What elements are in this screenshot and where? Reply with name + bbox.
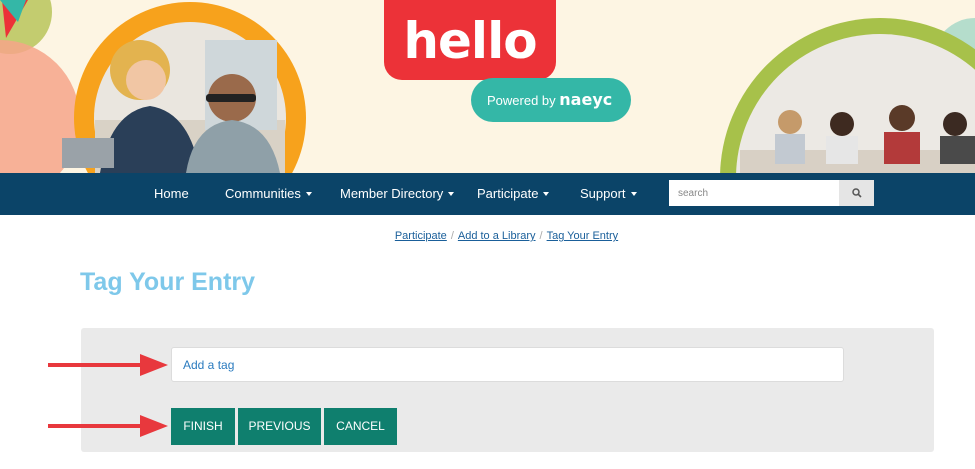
breadcrumb-separator: / bbox=[450, 230, 454, 242]
search-button[interactable] bbox=[839, 180, 874, 206]
nav-item-label: Participate bbox=[477, 186, 539, 201]
previous-button[interactable]: PREVIOUS bbox=[238, 408, 321, 445]
search-input[interactable] bbox=[669, 180, 839, 206]
person-face bbox=[943, 112, 967, 136]
page-title: Tag Your Entry bbox=[80, 268, 256, 296]
caret-down-icon bbox=[543, 192, 550, 196]
annotation-arrow-icon bbox=[48, 354, 168, 376]
person-glasses bbox=[206, 94, 256, 102]
powered-by-text: Powered by bbox=[487, 93, 556, 108]
person-face bbox=[778, 110, 802, 134]
breadcrumb-separator: / bbox=[539, 230, 543, 242]
nav-item-label: Home bbox=[154, 186, 189, 201]
tag-input[interactable] bbox=[171, 347, 844, 382]
photo-laptop bbox=[62, 138, 114, 168]
breadcrumb-participate[interactable]: Participate bbox=[395, 230, 447, 242]
search-icon bbox=[851, 188, 862, 198]
nav-item-communities[interactable]: Communities bbox=[225, 173, 312, 215]
person-face bbox=[126, 60, 166, 100]
nav-item-home[interactable]: Home bbox=[154, 173, 189, 215]
cancel-button[interactable]: CANCEL bbox=[324, 408, 397, 445]
person-face bbox=[830, 112, 854, 136]
annotation-arrow-icon bbox=[48, 415, 168, 437]
nav-item-support[interactable]: Support bbox=[580, 173, 637, 215]
nav-item-participate[interactable]: Participate bbox=[477, 173, 550, 215]
breadcrumb-tag-your-entry[interactable]: Tag Your Entry bbox=[547, 230, 619, 242]
hello-logo: hello bbox=[384, 0, 556, 80]
person-shirt bbox=[884, 132, 920, 164]
naeyc-brand-text: naeyc bbox=[559, 90, 613, 109]
finish-button[interactable]: FINISH bbox=[171, 408, 235, 445]
caret-down-icon bbox=[305, 192, 312, 196]
nav-item-label: Support bbox=[580, 186, 626, 201]
person-shirt bbox=[775, 134, 805, 164]
person-face bbox=[889, 105, 915, 131]
caret-down-icon bbox=[448, 192, 455, 196]
person-shirt bbox=[826, 136, 858, 164]
naeyc-logo-tail bbox=[0, 0, 26, 22]
nav-item-member-directory[interactable]: Member Directory bbox=[340, 173, 455, 215]
nav-item-label: Communities bbox=[225, 186, 301, 201]
naeyc-logo: Powered by naeyc bbox=[471, 78, 631, 122]
header-banner: hello Powered by naeyc bbox=[0, 0, 975, 173]
breadcrumb: Participate / Add to a Library / Tag Your En… bbox=[0, 230, 975, 242]
nav-item-label: Member Directory bbox=[340, 186, 444, 201]
caret-down-icon bbox=[630, 192, 637, 196]
main-nav: Home Communities Member Directory Partic… bbox=[0, 173, 975, 215]
breadcrumb-add-to-library[interactable]: Add to a Library bbox=[458, 230, 536, 242]
person-shirt bbox=[940, 136, 975, 164]
